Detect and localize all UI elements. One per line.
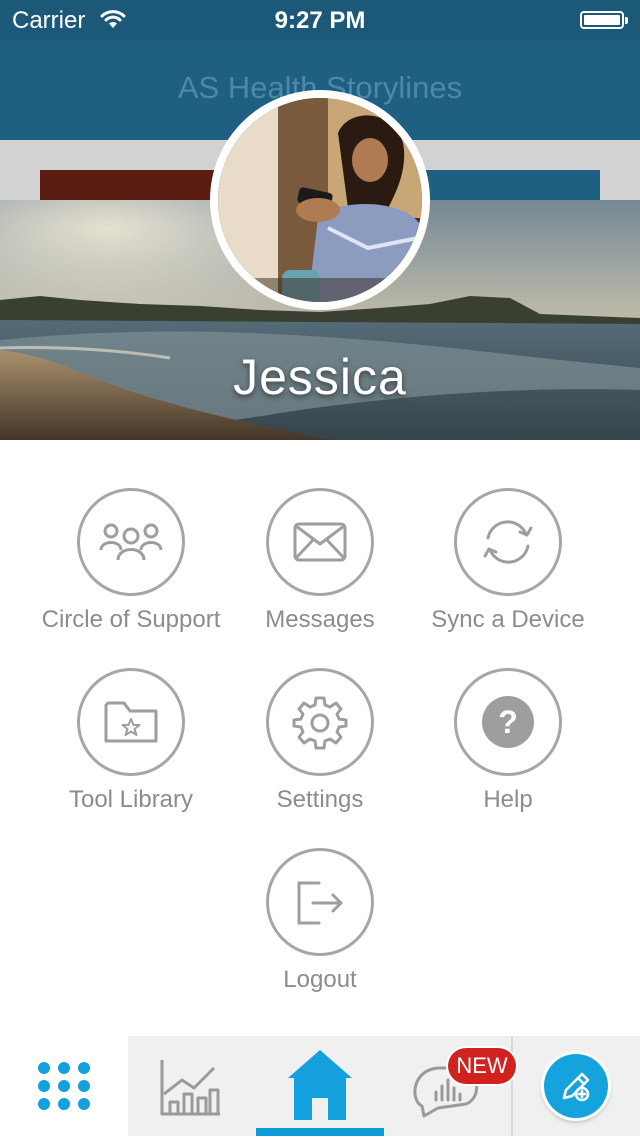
home-icon — [288, 1050, 352, 1120]
menu-tool-library[interactable]: Tool Library — [37, 668, 225, 814]
envelope-icon — [293, 522, 347, 562]
menu-sync-device[interactable]: Sync a Device — [414, 488, 602, 634]
avatar[interactable] — [210, 90, 430, 310]
tab-divider — [511, 1036, 513, 1136]
add-entry-button[interactable] — [544, 1054, 608, 1118]
menu-logout[interactable]: Logout — [226, 848, 414, 994]
help-button[interactable]: ? — [454, 668, 562, 776]
settings-button[interactable] — [266, 668, 374, 776]
messages-label: Messages — [265, 606, 375, 633]
pencil-plus-icon — [562, 1072, 590, 1102]
help-label: Help — [483, 786, 533, 813]
profile-photo — [218, 98, 422, 302]
tab-home-indicator — [256, 1128, 384, 1136]
messages-button[interactable] — [266, 488, 374, 596]
people-group-icon — [99, 523, 163, 561]
tab-apps[interactable] — [0, 1036, 128, 1136]
tool-library-label: Tool Library — [68, 786, 194, 813]
bar-chart-icon — [160, 1060, 220, 1116]
tab-charts[interactable] — [128, 1036, 256, 1136]
battery-icon — [580, 11, 628, 29]
new-badge: NEW — [448, 1048, 516, 1084]
profile-name: Jessica — [233, 349, 407, 405]
sync-device-button[interactable] — [454, 488, 562, 596]
menu-help[interactable]: ? Help — [414, 668, 602, 814]
sync-arrows-icon — [483, 520, 533, 564]
tab-home[interactable] — [256, 1036, 384, 1136]
question-icon: ? — [482, 696, 534, 748]
clock: 9:27 PM — [274, 7, 366, 34]
status-bar: Carrier 9:27 PM — [0, 0, 640, 40]
logout-label: Logout — [283, 966, 357, 993]
logout-icon — [297, 881, 343, 925]
menu-messages[interactable]: Messages — [226, 488, 414, 634]
tool-library-button[interactable] — [77, 668, 185, 776]
settings-label: Settings — [276, 786, 364, 813]
folder-star-icon — [104, 701, 158, 743]
sync-device-label: Sync a Device — [431, 606, 585, 633]
circle-of-support-button[interactable] — [77, 488, 185, 596]
circle-of-support-label: Circle of Support — [41, 606, 221, 633]
menu-circle-of-support[interactable]: Circle of Support — [37, 488, 225, 634]
svg-text:?: ? — [498, 704, 518, 740]
menu-settings[interactable]: Settings — [226, 668, 414, 814]
grid-dots-icon — [38, 1062, 90, 1110]
gear-icon — [292, 696, 348, 750]
logout-button[interactable] — [266, 848, 374, 956]
